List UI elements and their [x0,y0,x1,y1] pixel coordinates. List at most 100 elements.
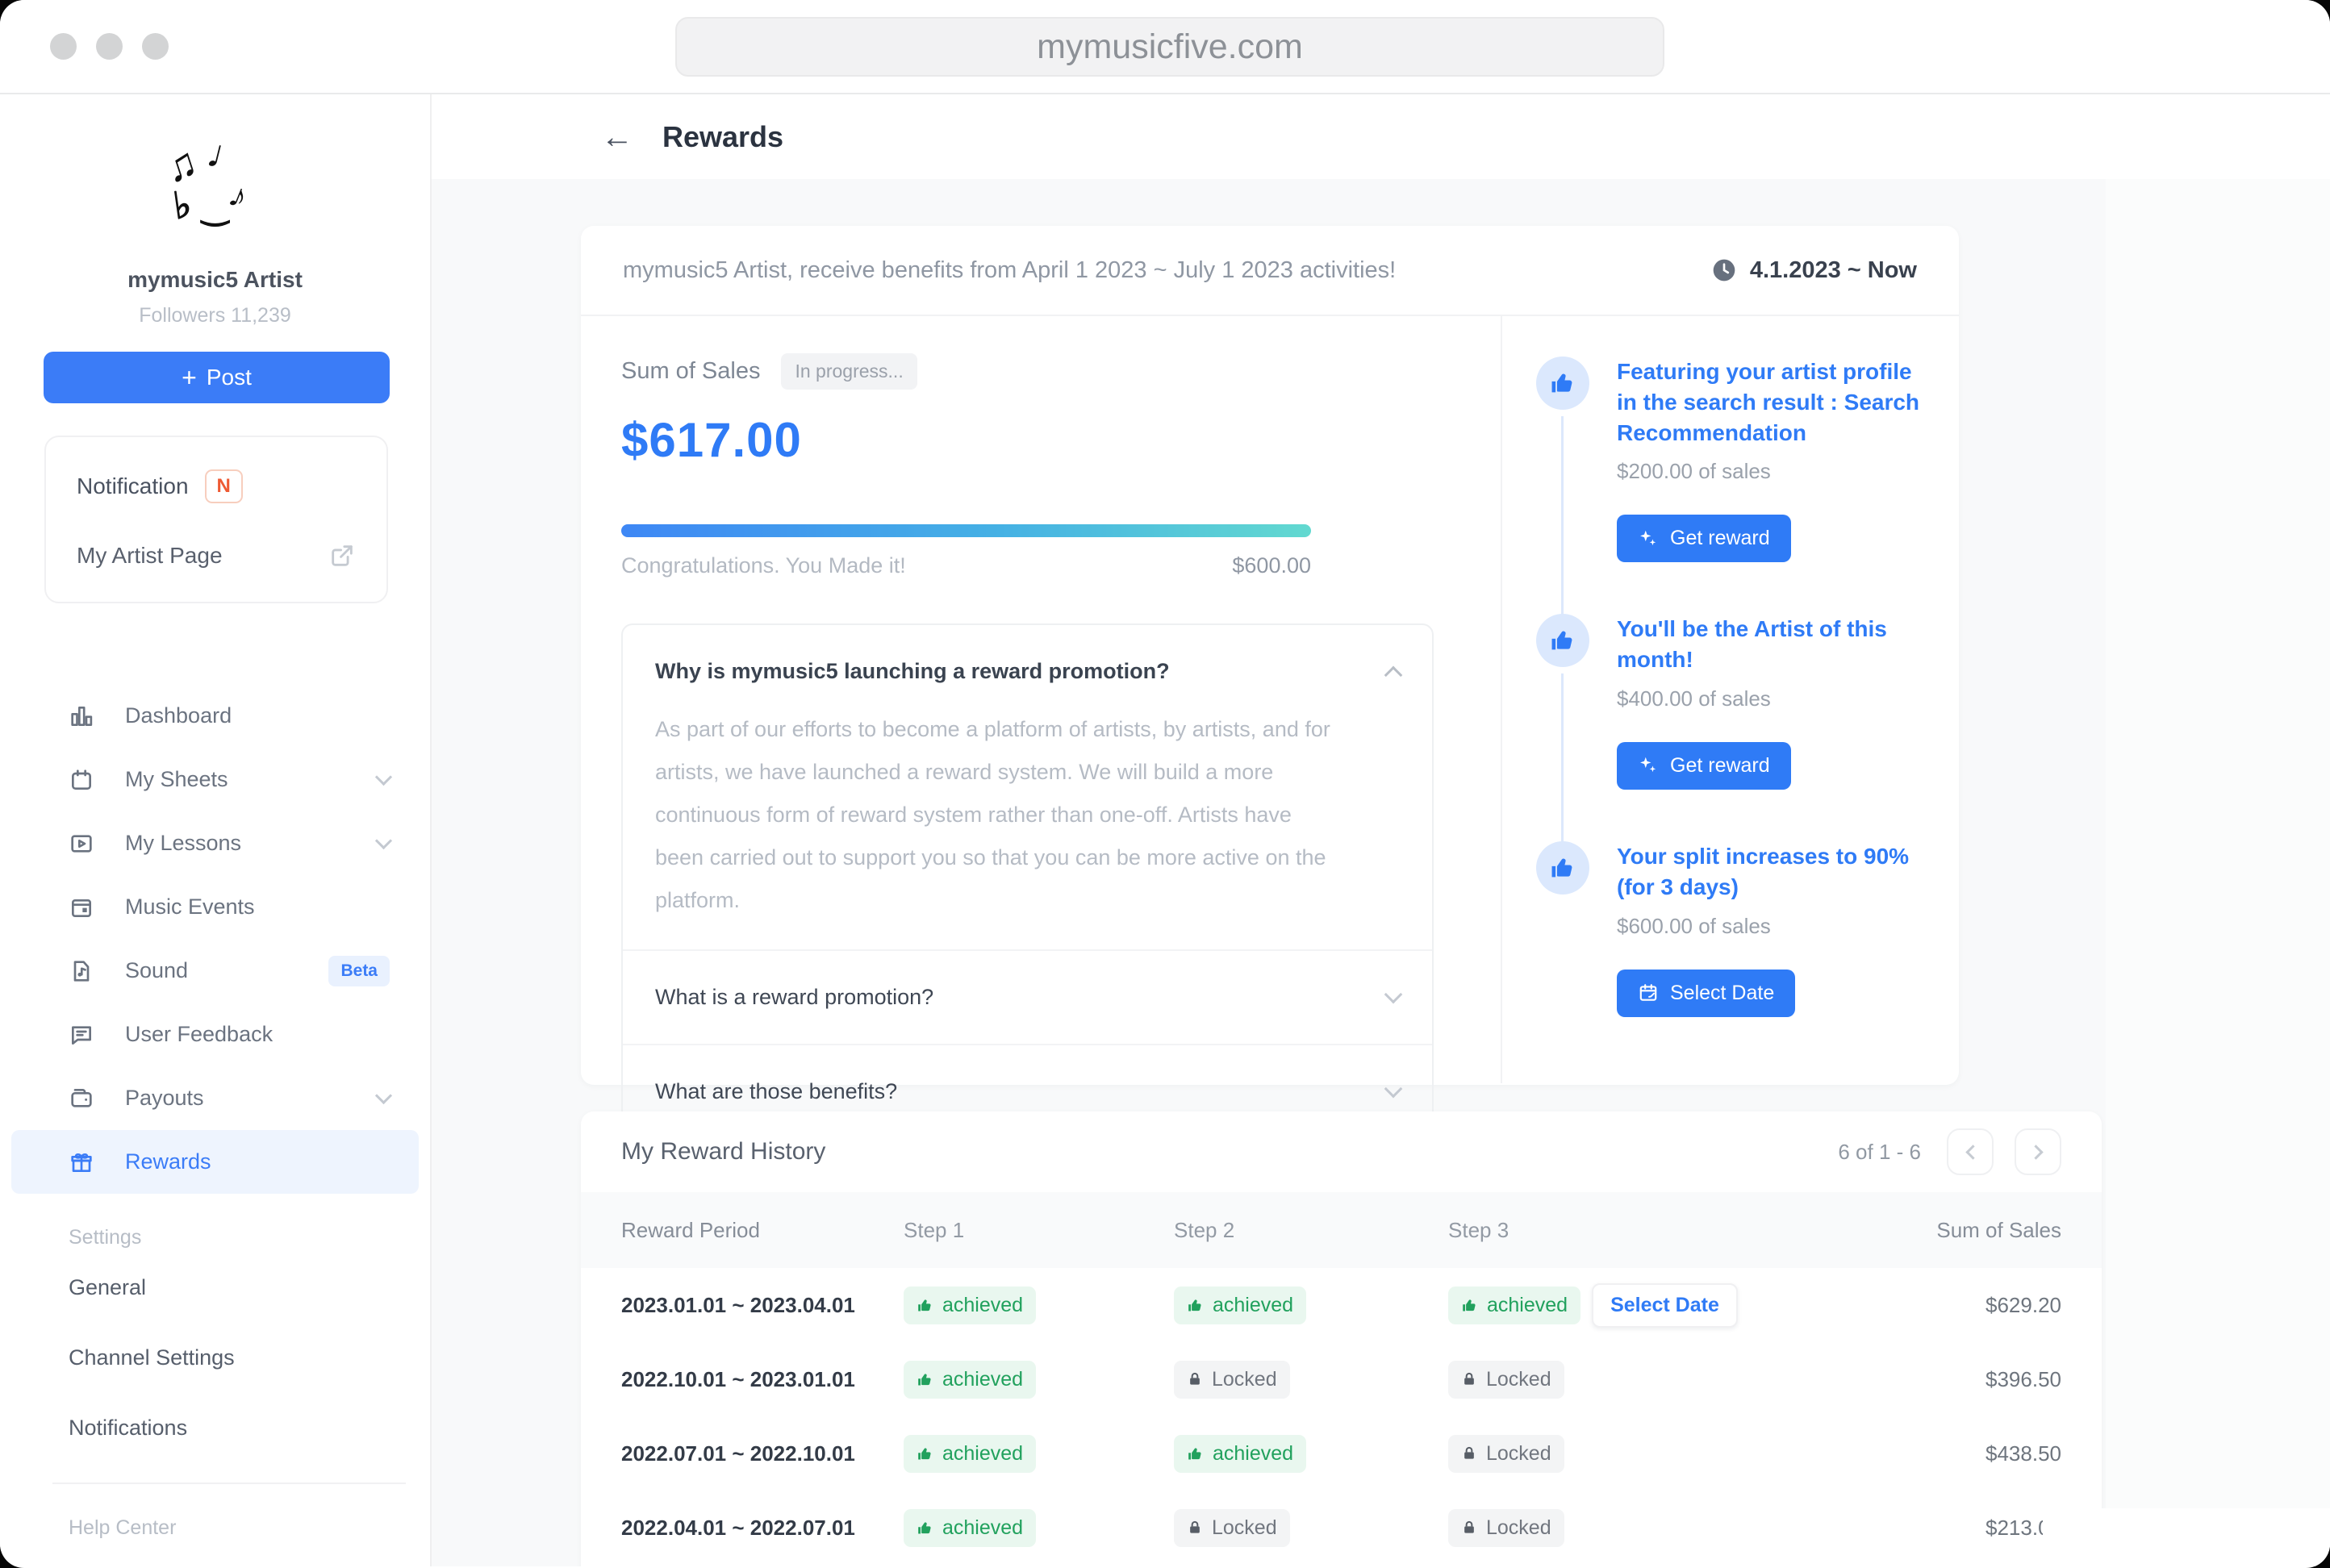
settings-section-label: Settings [69,1226,430,1249]
faq-question[interactable]: What is a reward promotion? [655,985,1400,1010]
address-bar[interactable]: mymusicfive.com [675,17,1664,77]
sum-cell: $396.50 [1876,1367,2061,1392]
sum-cell: $438.50 [1876,1441,2061,1466]
faq-question[interactable]: What are those benefits? [655,1079,1400,1104]
thumbs-up-icon [917,1297,933,1314]
thumbs-up-icon [1461,1297,1478,1314]
milestone-title: Featuring your artist profile in the sea… [1617,357,1927,448]
select-date-button[interactable]: Select Date [1617,970,1795,1017]
sidebar-item-general[interactable]: General [0,1256,430,1320]
column-header: Sum of Sales [1876,1218,2061,1243]
plus-icon: + [182,363,197,393]
sidebar-item-my-lessons[interactable]: My Lessons [0,811,430,875]
status-text: Locked [1486,1442,1551,1466]
achieved-badge: achieved [1448,1287,1580,1324]
sparkle-icon [1638,755,1659,776]
achieved-badge: achieved [904,1509,1036,1547]
wallet-icon [69,1086,94,1111]
help-center-section-label: Help Center [69,1516,430,1540]
sum-cell: $629.20 [1876,1293,2061,1318]
sales-amount: $617.00 [621,412,1464,468]
sidebar-item-artist-notice[interactable]: Artist Notice [0,1546,430,1568]
chevron-left-icon [1965,1145,1980,1159]
faq-item: What is a reward promotion? [623,949,1432,1044]
sidebar-item-notifications[interactable]: Notifications [0,1396,430,1460]
reward-period-cell: 2022.04.01 ~ 2022.07.01 [621,1516,904,1541]
achieved-badge: achieved [1174,1435,1306,1473]
my-artist-page-link[interactable]: My Artist Page [77,542,356,569]
progress-block: Congratulations. You Made it! $600.00 [621,524,1311,578]
status-text: achieved [1213,1294,1293,1317]
video-lesson-icon [69,831,94,857]
benefits-card-header: mymusic5 Artist, receive benefits from A… [581,226,1959,316]
faq-question[interactable]: Why is mymusic5 launching a reward promo… [655,659,1400,684]
sidebar-item-label: My Lessons [125,831,241,856]
sound-file-icon [69,958,94,984]
sidebar-item-sound[interactable]: Sound Beta [0,939,430,1003]
status-text: achieved [1487,1294,1568,1317]
sidebar-item-user-feedback[interactable]: User Feedback [0,1003,430,1066]
sidebar-item-label: Sound [125,958,188,983]
get-reward-button[interactable]: Get reward [1617,515,1791,562]
faq-question-text: What is a reward promotion? [655,985,933,1010]
progress-bar [621,524,1311,537]
table-row: 2022.10.01 ~ 2023.01.01 achieved Locked … [581,1342,2102,1416]
sidebar-item-my-sheets[interactable]: My Sheets [0,748,430,811]
status-text: achieved [942,1294,1023,1317]
status-text: achieved [942,1368,1023,1391]
page-title: Rewards [662,120,783,154]
lock-icon [1461,1445,1477,1462]
sales-progress-section: Sum of Sales In progress... $617.00 Cong… [581,316,1502,1083]
locked-badge: Locked [1174,1361,1290,1399]
maximize-window-button[interactable] [142,33,169,60]
minimize-window-button[interactable] [96,33,123,60]
sidebar-item-music-events[interactable]: Music Events [0,875,430,939]
get-reward-button[interactable]: Get reward [1617,742,1791,790]
status-text: Locked [1212,1516,1277,1540]
artist-name: mymusic5 Artist [0,267,430,293]
in-progress-badge: In progress... [781,353,917,390]
followers-count: Followers 11,239 [0,304,430,327]
back-arrow-icon[interactable]: ← [601,121,633,153]
notification-link[interactable]: Notification N [77,469,356,503]
select-date-button[interactable]: Select Date [1592,1283,1738,1328]
thumbs-up-icon [1187,1445,1204,1462]
reward-history-card: My Reward History 6 of 1 - 6 Reward Peri… [581,1111,2102,1566]
close-window-button[interactable] [50,33,77,60]
sidebar-item-label: My Sheets [125,767,228,792]
next-page-button[interactable] [2015,1128,2061,1175]
locked-badge: Locked [1448,1361,1564,1399]
status-text: Locked [1486,1368,1551,1391]
chevron-down-icon [375,832,392,849]
gift-icon [69,1149,94,1175]
reward-period-cell: 2022.07.01 ~ 2022.10.01 [621,1441,904,1466]
page-header: ← Rewards [432,94,2330,179]
sidebar-item-rewards[interactable]: Rewards [11,1130,419,1194]
faq-answer: As part of our efforts to become a platf… [655,708,1400,922]
chevron-up-icon [1384,665,1403,684]
table-row: 2023.01.01 ~ 2023.04.01 achieved achieve… [581,1268,2102,1342]
chevron-down-icon [1384,986,1403,1004]
bottom-right-panel [2043,1508,2330,1566]
milestone-split-increase: Your split increases to 90% (for 3 days)… [1536,841,1927,1069]
sidebar-item-label: User Feedback [125,1022,273,1047]
select-date-label: Select Date [1670,982,1774,1005]
thumbs-up-icon [917,1371,933,1388]
progress-caption: Congratulations. You Made it! [621,553,906,578]
prev-page-button[interactable] [1947,1128,1994,1175]
sidebar-nav: Dashboard My Sheets My Lessons Music Eve… [0,684,430,1194]
sidebar-item-channel-settings[interactable]: Channel Settings [0,1326,430,1390]
milestone-threshold: $400.00 of sales [1617,686,1927,711]
milestone-title: Your split increases to 90% (for 3 days) [1617,841,1927,903]
post-button[interactable]: + Post [44,352,390,403]
browser-window: mymusicfive.com ♫ ♩ ♭ ‿ ♪ mymusic5 Artis… [0,0,2330,1568]
post-button-label: Post [207,365,252,390]
reward-period: 4.1.2023 ~ Now [1711,257,1917,284]
achieved-badge: achieved [1174,1287,1306,1324]
calendar-icon [1638,982,1659,1003]
sidebar-item-label: Music Events [125,895,255,920]
sidebar-item-payouts[interactable]: Payouts [0,1066,430,1130]
history-title: My Reward History [621,1138,825,1166]
clock-icon [1711,257,1737,283]
sidebar-item-dashboard[interactable]: Dashboard [0,684,430,748]
